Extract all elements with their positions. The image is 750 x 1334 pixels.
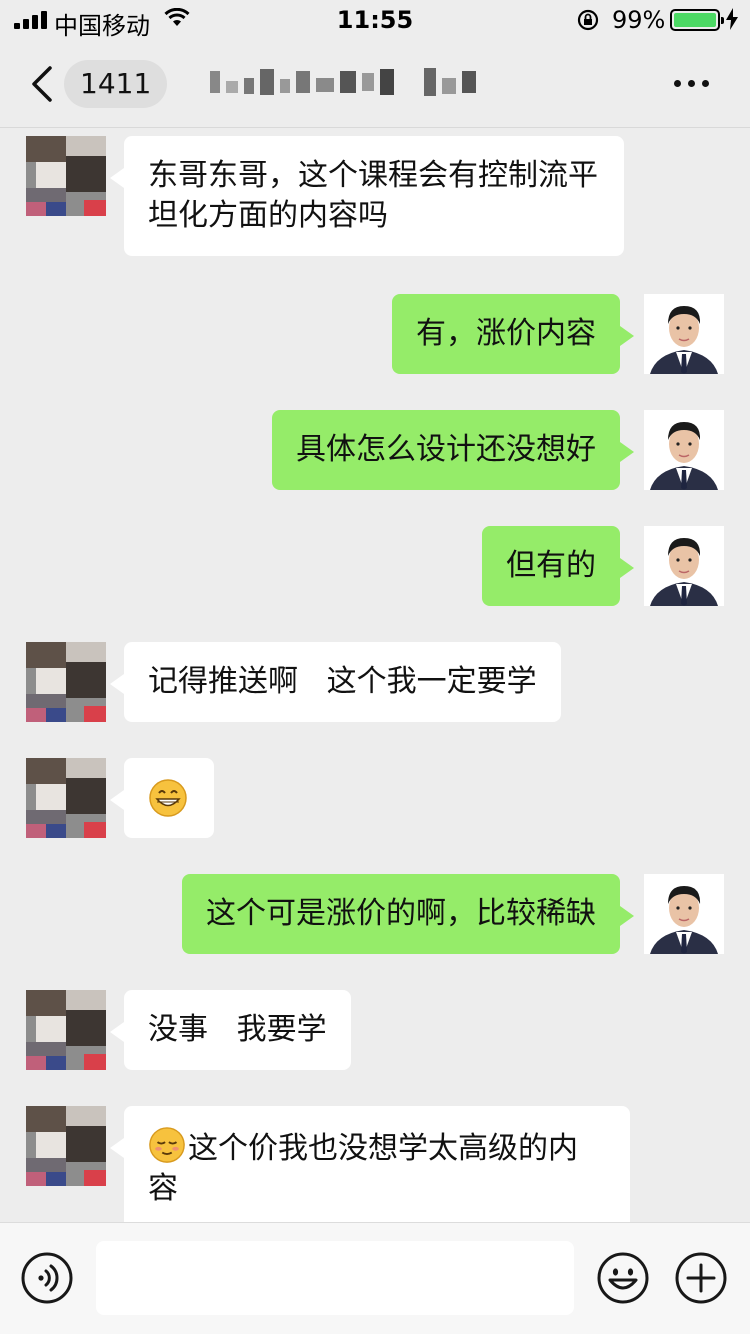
message-bubble[interactable]: 但有的 — [482, 526, 634, 606]
message-bubble[interactable]: 东哥东哥，这个课程会有控制流平坦化方面的内容吗 — [110, 136, 624, 256]
message-bubble[interactable] — [110, 758, 214, 838]
message-bubble[interactable]: 具体怎么设计还没想好 — [272, 410, 634, 490]
battery-percent: 99% — [612, 6, 666, 34]
contact-avatar[interactable] — [26, 758, 106, 838]
message-input[interactable] — [96, 1241, 574, 1315]
message-bubble[interactable]: 这个价我也没想学太高级的内容 — [110, 1106, 630, 1222]
status-bar: 中国移动 11:55 99% — [0, 0, 750, 40]
user-avatar[interactable] — [644, 874, 724, 954]
message-text: 这个价我也没想学太高级的内容 — [148, 1131, 578, 1206]
relieved-face-emoji — [149, 1127, 185, 1163]
message-bubble[interactable]: 有，涨价内容 — [392, 294, 634, 374]
emoji-icon[interactable] — [596, 1251, 650, 1305]
rotation-lock-icon — [577, 9, 599, 31]
user-avatar[interactable] — [644, 410, 724, 490]
battery-icon — [670, 9, 724, 31]
contact-avatar[interactable] — [26, 990, 106, 1070]
chat-title — [210, 62, 550, 102]
message-bubble[interactable]: 没事 我要学 — [110, 990, 351, 1070]
chevron-left-icon[interactable] — [30, 64, 54, 104]
voice-icon[interactable] — [20, 1251, 74, 1305]
charging-icon — [726, 8, 738, 30]
plus-icon[interactable] — [674, 1251, 728, 1305]
message-bubble[interactable]: 这个可是涨价的啊，比较稀缺 — [182, 874, 634, 954]
message-list[interactable]: 东哥东哥，这个课程会有控制流平坦化方面的内容吗 有，涨价内容 具体怎么设计还没想… — [0, 128, 750, 1222]
chat-header: 1411 — [0, 40, 750, 128]
user-avatar[interactable] — [644, 294, 724, 374]
contact-avatar[interactable] — [26, 642, 106, 722]
contact-avatar[interactable] — [26, 136, 106, 216]
unread-count-badge[interactable]: 1411 — [64, 60, 168, 108]
more-dots-icon[interactable] — [674, 80, 709, 87]
user-avatar[interactable] — [644, 526, 724, 606]
grinning-face-emoji — [149, 779, 187, 817]
input-bar — [0, 1222, 750, 1334]
message-bubble[interactable]: 记得推送啊 这个我一定要学 — [110, 642, 561, 722]
contact-avatar[interactable] — [26, 1106, 106, 1186]
